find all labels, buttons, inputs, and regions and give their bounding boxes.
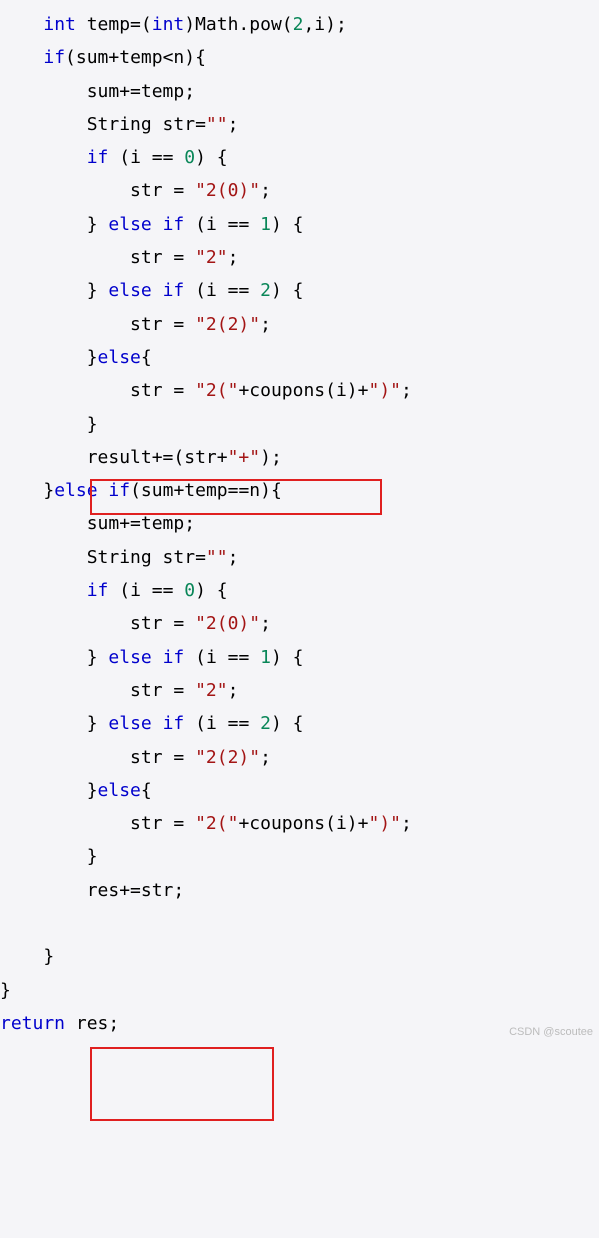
- line-10: str = "2(2)";: [0, 314, 271, 335]
- line-7: } else if (i == 1) {: [0, 214, 304, 235]
- line-6: str = "2(0)";: [0, 180, 271, 201]
- line-27: res+=str;: [0, 880, 184, 901]
- watermark: CSDN @scoutee: [509, 1022, 593, 1042]
- line-14: result+=(str+"+");: [0, 447, 282, 468]
- line-13: }: [0, 414, 98, 435]
- line-25: str = "2("+coupons(i)+")";: [0, 813, 412, 834]
- line-26: }: [0, 846, 98, 867]
- line-1: int temp=(int)Math.pow(2,i);: [0, 14, 347, 35]
- line-20: } else if (i == 1) {: [0, 647, 304, 668]
- line-9: } else if (i == 2) {: [0, 280, 304, 301]
- line-4: String str="";: [0, 114, 238, 135]
- line-31: return res;: [0, 1013, 119, 1034]
- line-22: } else if (i == 2) {: [0, 713, 304, 734]
- line-18: if (i == 0) {: [0, 580, 228, 601]
- line-23: str = "2(2)";: [0, 747, 271, 768]
- highlight-box-2: [90, 1047, 274, 1121]
- line-28: [0, 913, 87, 934]
- line-21: str = "2";: [0, 680, 238, 701]
- line-29: }: [0, 946, 54, 967]
- line-15: }else if(sum+temp==n){: [0, 480, 282, 501]
- code-container: int temp=(int)Math.pow(2,i); if(sum+temp…: [0, 0, 599, 1048]
- line-8: str = "2";: [0, 247, 238, 268]
- line-2: if(sum+temp<n){: [0, 47, 206, 68]
- code-block: int temp=(int)Math.pow(2,i); if(sum+temp…: [0, 0, 599, 1048]
- line-19: str = "2(0)";: [0, 613, 271, 634]
- line-24: }else{: [0, 780, 152, 801]
- line-30: }: [0, 980, 11, 1001]
- line-17: String str="";: [0, 547, 238, 568]
- line-12: str = "2("+coupons(i)+")";: [0, 380, 412, 401]
- line-3: sum+=temp;: [0, 81, 195, 102]
- line-5: if (i == 0) {: [0, 147, 228, 168]
- line-11: }else{: [0, 347, 152, 368]
- line-16: sum+=temp;: [0, 513, 195, 534]
